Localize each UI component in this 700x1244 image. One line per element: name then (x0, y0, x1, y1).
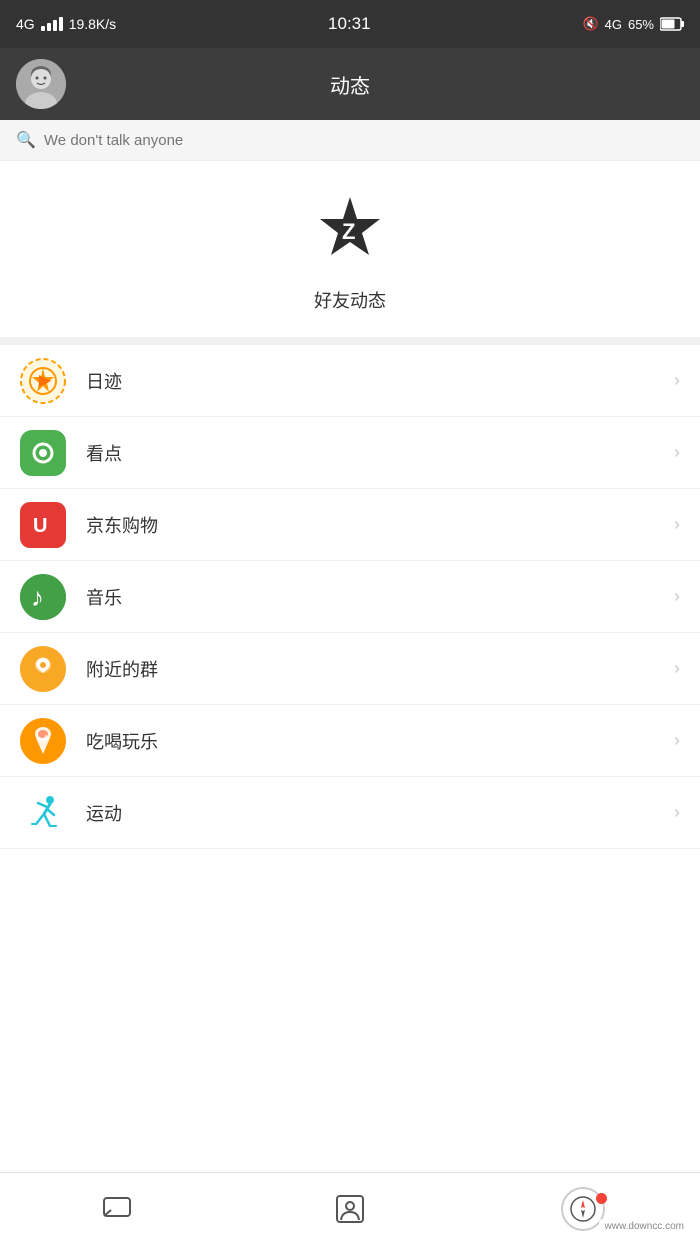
contacts-icon (334, 1193, 366, 1225)
tab-messages[interactable] (0, 1193, 233, 1225)
avatar[interactable] (16, 59, 66, 109)
search-input[interactable] (44, 132, 684, 149)
menu-label-sport: 运动 (86, 800, 674, 826)
chevron-kandian: › (674, 442, 680, 463)
svg-text:U: U (33, 515, 47, 537)
menu-item-riji[interactable]: 日迹 › (0, 345, 700, 417)
messages-icon (101, 1193, 133, 1225)
menu-label-riji: 日迹 (86, 368, 674, 394)
menu-label-nearby: 附近的群 (86, 656, 674, 682)
kandian-icon (20, 430, 66, 476)
watermark: www.downcc.com (599, 1219, 690, 1234)
friend-activity-icon: Z (314, 193, 386, 275)
search-icon: 🔍 (16, 130, 36, 150)
nearby-icon (20, 646, 66, 692)
chevron-sport: › (674, 802, 680, 823)
menu-label-music: 音乐 (86, 584, 674, 610)
app-header: 动态 (0, 48, 700, 120)
menu-item-music[interactable]: ♪ 音乐 › (0, 561, 700, 633)
menu-label-chiheyule: 吃喝玩乐 (86, 728, 674, 754)
svg-text:♪: ♪ (31, 582, 44, 612)
menu-label-jingdong: 京东购物 (86, 512, 674, 538)
menu-item-chiheyule[interactable]: 吃喝玩乐 › (0, 705, 700, 777)
tab-bar (0, 1172, 700, 1244)
chevron-jingdong: › (674, 514, 680, 535)
battery-icon (660, 17, 684, 31)
friend-activity-section[interactable]: Z 好友动态 (0, 161, 700, 345)
status-time: 10:31 (328, 14, 371, 34)
sport-icon (20, 790, 66, 836)
tab-contacts[interactable] (233, 1193, 466, 1225)
menu-item-jingdong[interactable]: U 京东购物 › (0, 489, 700, 561)
menu-label-kandian: 看点 (86, 440, 674, 466)
network-type: 4G (16, 16, 35, 32)
music-icon: ♪ (20, 574, 66, 620)
content-area: 🔍 Z 好友动态 (0, 120, 700, 929)
search-bar: 🔍 (0, 120, 700, 161)
mute-icon: 🔇 (582, 16, 598, 32)
menu-item-kandian[interactable]: 看点 › (0, 417, 700, 489)
lte-icon: 4G (605, 17, 622, 32)
status-bar: 4G 19.8K/s 10:31 🔇 4G 65% (0, 0, 700, 48)
page-title: 动态 (330, 70, 370, 99)
chevron-music: › (674, 586, 680, 607)
network-speed: 19.8K/s (69, 16, 116, 32)
tab-badge (596, 1193, 607, 1204)
svg-text:Z: Z (342, 219, 355, 244)
chiheyule-icon (20, 718, 66, 764)
jingdong-icon: U (20, 502, 66, 548)
chevron-nearby: › (674, 658, 680, 679)
compass-icon (570, 1196, 596, 1222)
chevron-riji: › (674, 370, 680, 391)
menu-item-nearby[interactable]: 附近的群 › (0, 633, 700, 705)
menu-list: 日迹 › 看点 › U 京东购物 › (0, 345, 700, 849)
avatar-image (16, 59, 66, 109)
status-right: 🔇 4G 65% (582, 16, 684, 32)
friend-activity-label: 好友动态 (314, 287, 386, 313)
battery-percent: 65% (628, 17, 654, 32)
status-left: 4G 19.8K/s (16, 16, 116, 32)
signal-bars (41, 17, 63, 31)
riji-icon (20, 358, 66, 404)
chevron-chiheyule: › (674, 730, 680, 751)
menu-item-sport[interactable]: 运动 › (0, 777, 700, 849)
